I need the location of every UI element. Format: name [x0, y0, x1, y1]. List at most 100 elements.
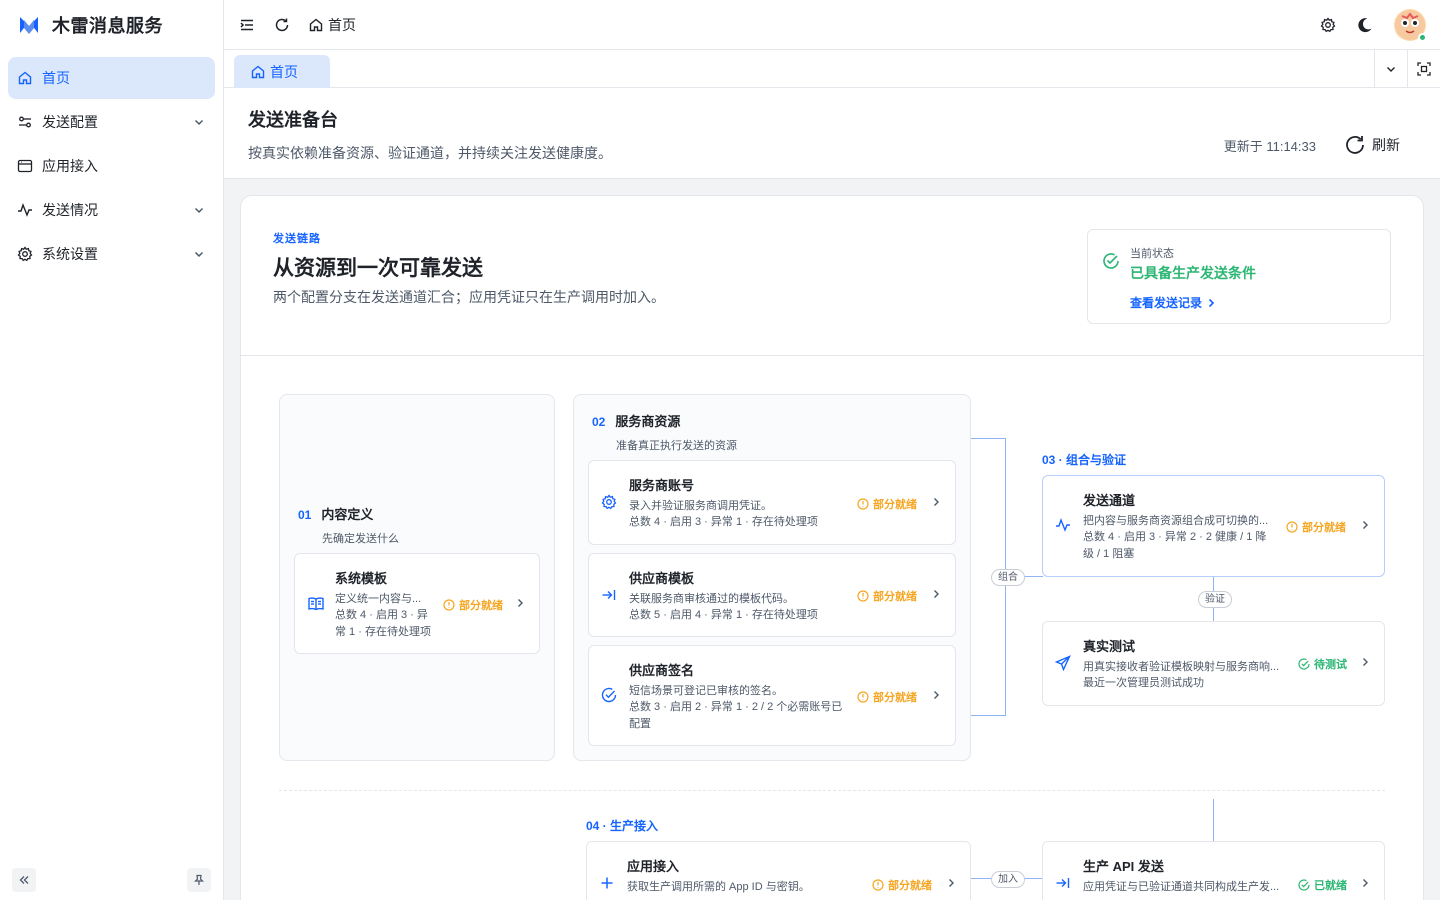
brand[interactable]: 木雷消息服务 — [0, 0, 223, 50]
window-icon — [17, 158, 33, 174]
section-01-header: 01 内容定义 先确定发送什么 — [298, 504, 399, 546]
settings-gear-icon[interactable] — [1320, 16, 1336, 33]
warning-circle-icon — [443, 599, 455, 611]
section-03-label: 03 · 组合与验证 — [1042, 453, 1127, 467]
warning-circle-icon — [872, 879, 884, 891]
status-label: 待测试 — [1314, 659, 1347, 671]
pin-sidebar-button[interactable] — [187, 868, 211, 892]
home-icon — [17, 70, 33, 86]
card-description: 把内容与服务商资源组合成可切换的... — [1083, 515, 1269, 527]
card-title: 应用接入 — [627, 859, 680, 874]
status-label: 当前状态 — [1130, 248, 1174, 260]
section-02-header: 02 服务商资源 准备真正执行发送的资源 — [592, 411, 737, 453]
status-badge: 部分就绪 — [1286, 519, 1346, 535]
brand-title: 木雷消息服务 — [52, 16, 163, 36]
tab-label: 首页 — [270, 63, 298, 80]
arrow-to-right-icon — [601, 587, 617, 603]
breadcrumb-label: 首页 — [328, 16, 356, 33]
card-provider-account[interactable]: 服务商账号 录入并验证服务商调用凭证。 总数 4 · 启用 3 · 异常 1 ·… — [588, 460, 956, 545]
card-description: 获取生产调用所需的 App ID 与密钥。 — [627, 881, 810, 893]
page-header: 发送准备台 按真实依赖准备资源、验证通道，并持续关注发送健康度。 更新于 11:… — [224, 88, 1440, 179]
section-number: 02 — [592, 415, 606, 429]
page-description: 按真实依赖准备资源、验证通道，并持续关注发送健康度。 — [248, 145, 612, 161]
card-meta: 总数 4 · 启用 3 · 异常 1 · 存在待处理项 — [629, 516, 818, 528]
status-badge: 已就绪 — [1298, 877, 1347, 893]
connector-line — [971, 438, 1006, 439]
menu-toggle-icon[interactable] — [238, 16, 256, 34]
tab-bar: 首页 — [224, 50, 1440, 88]
flow-panel: 发送链路 从资源到一次可靠发送 两个配置分支在发送通道汇合；应用凭证只在生产调用… — [240, 195, 1424, 900]
chevron-right-icon — [931, 690, 941, 700]
book-icon — [307, 595, 325, 613]
section-number: 01 — [298, 508, 312, 522]
sidebar-menu: 首页 发送配置 应用接入 发送情况 系统设置 — [0, 50, 223, 275]
tab-home[interactable]: 首页 — [234, 55, 330, 88]
activity-icon — [1055, 517, 1071, 533]
send-icon — [1055, 655, 1071, 671]
refresh-button[interactable]: 刷新 — [1344, 134, 1400, 156]
card-description: 应用凭证与已验证通道共同构成生产发... — [1083, 881, 1280, 893]
reload-icon[interactable] — [274, 17, 290, 33]
sidebar-item-home[interactable]: 首页 — [8, 57, 215, 99]
status-badge: 部分就绪 — [872, 877, 932, 893]
collapse-sidebar-button[interactable] — [12, 868, 36, 892]
card-meta: 总数 3 · 启用 2 · 异常 1 · 2 / 2 个必需账号已配置 — [629, 701, 843, 730]
card-title: 供应商签名 — [629, 663, 695, 678]
section-divider — [279, 790, 1385, 791]
connector-label-verify: 验证 — [1198, 591, 1232, 608]
sidebar-item-app-access[interactable]: 应用接入 — [8, 145, 215, 187]
breadcrumb[interactable]: 首页 — [308, 15, 356, 35]
sidebar-item-send-status[interactable]: 发送情况 — [8, 189, 215, 231]
chevron-down-icon — [193, 248, 205, 260]
hero-title: 从资源到一次可靠发送 — [273, 257, 483, 280]
view-send-records-link[interactable]: 查看发送记录 — [1130, 294, 1216, 311]
card-title: 供应商模板 — [629, 571, 695, 586]
activity-icon — [17, 202, 33, 218]
status-label: 部分就绪 — [873, 591, 917, 603]
chevron-right-icon — [1360, 657, 1370, 667]
card-provider-template[interactable]: 供应商模板 关联服务商审核通过的模板代码。 总数 5 · 启用 4 · 异常 1… — [588, 553, 956, 637]
page-title: 发送准备台 — [248, 110, 338, 130]
card-production-api[interactable]: 生产 API 发送 应用凭证与已验证通道共同构成生产发... 已就绪 — [1042, 841, 1385, 900]
moon-icon[interactable] — [1356, 16, 1374, 34]
status-label: 部分就绪 — [888, 880, 932, 892]
chevron-right-icon — [1206, 298, 1216, 308]
card-system-template[interactable]: 系统模板 定义统一内容与... 总数 4 · 启用 3 · 异常 1 · 存在待… — [294, 553, 540, 654]
card-meta: 最近一次管理员测试成功 — [1083, 677, 1204, 689]
sidebar: 木雷消息服务 首页 发送配置 应用接入 发送情况 系统设置 — [0, 0, 224, 900]
status-badge: 部分就绪 — [857, 496, 917, 512]
sidebar-item-system-settings[interactable]: 系统设置 — [8, 233, 215, 275]
card-meta: 总数 4 · 启用 3 · 异常 1 · 存在待处理项 — [335, 609, 431, 638]
home-icon — [250, 64, 266, 80]
section-04-label: 04 · 生产接入 — [586, 819, 659, 833]
warning-circle-icon — [857, 590, 869, 602]
check-circle-icon — [1102, 252, 1120, 270]
sliders-icon — [17, 114, 33, 130]
logo-icon — [18, 14, 40, 36]
chevron-right-icon — [1360, 520, 1370, 530]
card-description: 用真实接收者验证模板映射与服务商响... — [1083, 661, 1280, 673]
status-label: 已就绪 — [1314, 880, 1347, 892]
card-title: 生产 API 发送 — [1083, 859, 1164, 874]
chevron-down-icon — [1385, 63, 1397, 75]
avatar[interactable] — [1394, 8, 1427, 42]
card-provider-signature[interactable]: 供应商签名 短信场景可登记已审核的签名。 总数 3 · 启用 2 · 异常 1 … — [588, 645, 956, 746]
plus-icon — [599, 875, 615, 891]
sidebar-footer — [12, 868, 211, 892]
chevron-right-icon — [931, 497, 941, 507]
card-app-access[interactable]: 应用接入 获取生产调用所需的 App ID 与密钥。 部分就绪 — [586, 841, 971, 900]
double-chevron-left-icon — [18, 874, 30, 886]
connector-label-combine: 组合 — [991, 569, 1025, 586]
card-title: 发送通道 — [1083, 493, 1136, 508]
card-send-channel[interactable]: 发送通道 把内容与服务商资源组合成可切换的... 总数 4 · 启用 3 · 异… — [1042, 475, 1385, 577]
card-meta: 总数 5 · 启用 4 · 异常 1 · 存在待处理项 — [629, 609, 818, 621]
warning-circle-icon — [857, 691, 869, 703]
status-label: 部分就绪 — [873, 692, 917, 704]
sidebar-item-label: 应用接入 — [42, 158, 98, 174]
fullscreen-button[interactable] — [1407, 50, 1440, 87]
tab-dropdown-button[interactable] — [1374, 50, 1407, 87]
card-real-test[interactable]: 真实测试 用真实接收者验证模板映射与服务商响... 最近一次管理员测试成功 待测… — [1042, 621, 1385, 706]
hero-kicker: 发送链路 — [273, 233, 321, 245]
card-description: 关联服务商审核通过的模板代码。 — [629, 593, 794, 605]
sidebar-item-send-config[interactable]: 发送配置 — [8, 101, 215, 143]
